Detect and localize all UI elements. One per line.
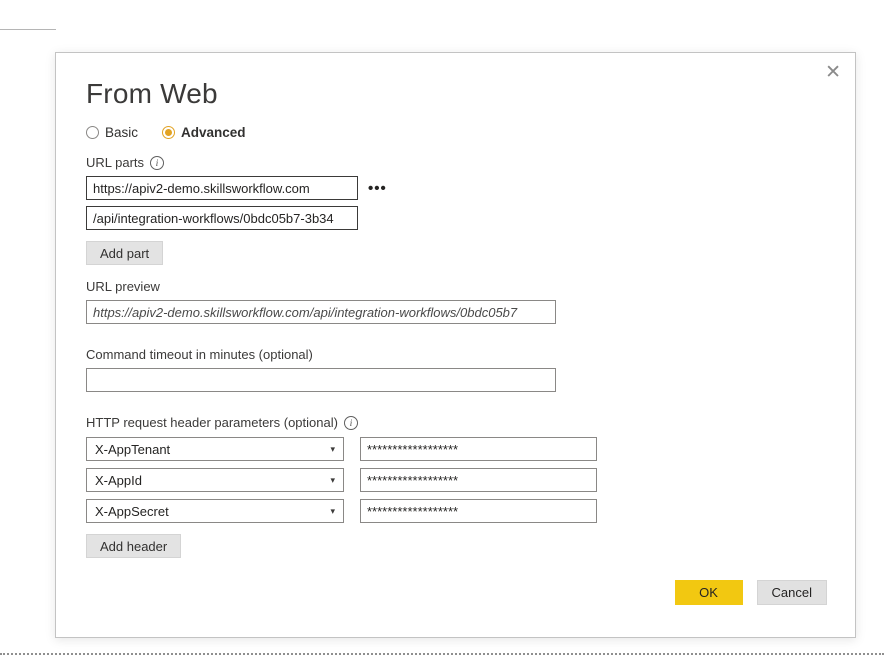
add-part-button[interactable]: Add part [86, 241, 163, 265]
header-name-dropdown-1[interactable]: X-AppTenant ▾ [86, 437, 344, 461]
radio-advanced-circle [162, 126, 175, 139]
chevron-down-icon: ▾ [330, 506, 335, 517]
chevron-down-icon: ▾ [330, 475, 335, 486]
radio-advanced[interactable]: Advanced [162, 125, 246, 140]
url-part-2-input[interactable] [86, 206, 358, 230]
dialog-footer: OK Cancel [675, 580, 827, 605]
page-bottom-dotted-divider [0, 653, 884, 655]
radio-advanced-label: Advanced [181, 125, 246, 140]
url-preview-input [86, 300, 556, 324]
url-parts-label-text: URL parts [86, 155, 144, 170]
header-name-value-2: X-AppId [95, 473, 142, 488]
timeout-label-text: Command timeout in minutes (optional) [86, 347, 313, 362]
header-name-value-3: X-AppSecret [95, 504, 169, 519]
radio-basic[interactable]: Basic [86, 125, 138, 140]
header-value-input-1[interactable] [360, 437, 597, 461]
cancel-button[interactable]: Cancel [757, 580, 827, 605]
url-preview-row [86, 300, 825, 324]
info-icon[interactable]: i [344, 416, 358, 430]
close-icon[interactable]: ✕ [825, 63, 841, 82]
header-row-3: X-AppSecret ▾ [86, 499, 825, 523]
background-rule-left [0, 29, 56, 30]
header-name-dropdown-3[interactable]: X-AppSecret ▾ [86, 499, 344, 523]
timeout-input[interactable] [86, 368, 556, 392]
url-preview-label-text: URL preview [86, 279, 160, 294]
url-part-1-input[interactable] [86, 176, 358, 200]
radio-basic-circle [86, 126, 99, 139]
mode-radio-group: Basic Advanced [86, 125, 825, 140]
http-headers-label: HTTP request header parameters (optional… [86, 415, 825, 430]
radio-basic-label: Basic [105, 125, 138, 140]
url-preview-label: URL preview [86, 279, 825, 294]
header-row-2: X-AppId ▾ [86, 468, 825, 492]
header-name-value-1: X-AppTenant [95, 442, 170, 457]
add-header-button[interactable]: Add header [86, 534, 181, 558]
info-icon[interactable]: i [150, 156, 164, 170]
http-headers-label-text: HTTP request header parameters (optional… [86, 415, 338, 430]
header-name-dropdown-2[interactable]: X-AppId ▾ [86, 468, 344, 492]
timeout-label: Command timeout in minutes (optional) [86, 347, 825, 362]
url-parts-label: URL parts i [86, 155, 825, 170]
ok-button[interactable]: OK [675, 580, 743, 605]
chevron-down-icon: ▾ [330, 444, 335, 455]
header-value-input-2[interactable] [360, 468, 597, 492]
url-part-2-row [86, 206, 825, 230]
more-options-icon[interactable]: ••• [368, 181, 387, 196]
header-row-1: X-AppTenant ▾ [86, 437, 825, 461]
url-part-1-row: ••• [86, 176, 825, 200]
from-web-dialog: ✕ From Web Basic Advanced URL parts i ••… [55, 52, 856, 638]
header-value-input-3[interactable] [360, 499, 597, 523]
timeout-row [86, 368, 825, 392]
dialog-title: From Web [86, 78, 825, 110]
